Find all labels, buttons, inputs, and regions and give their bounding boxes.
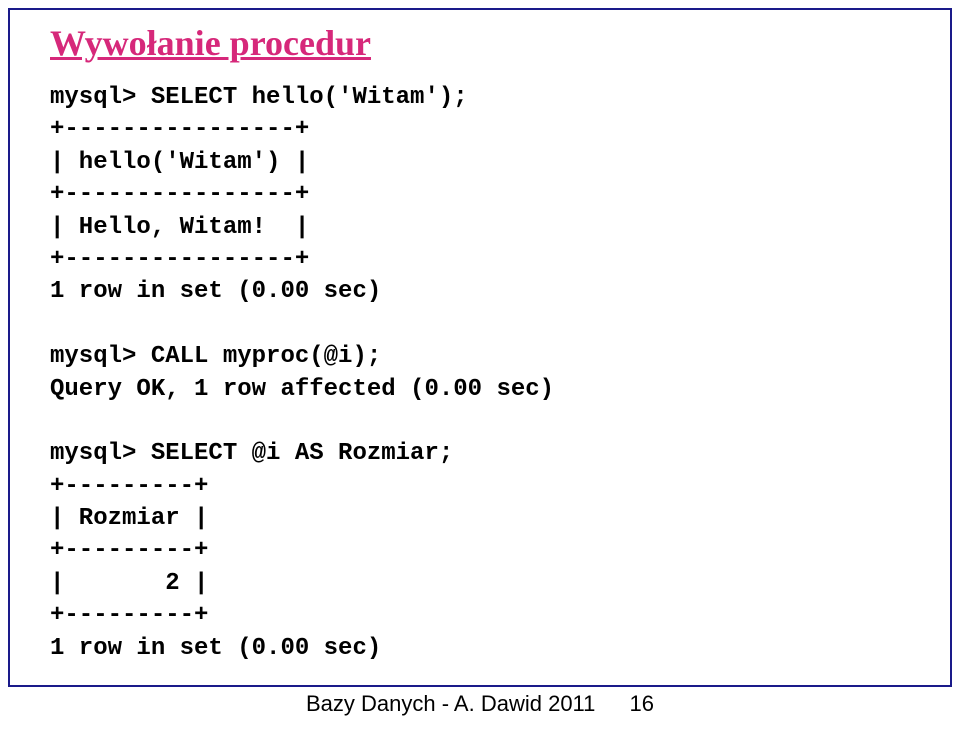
footer-text: Bazy Danych - A. Dawid 2011 [306, 691, 595, 716]
slide-footer: Bazy Danych - A. Dawid 2011 16 [0, 691, 960, 717]
slide-container: Wywołanie procedur mysql> SELECT hello('… [8, 8, 952, 687]
page-number: 16 [630, 691, 654, 716]
code-block: mysql> SELECT hello('Witam'); +---------… [50, 82, 910, 665]
slide-title: Wywołanie procedur [50, 22, 910, 64]
